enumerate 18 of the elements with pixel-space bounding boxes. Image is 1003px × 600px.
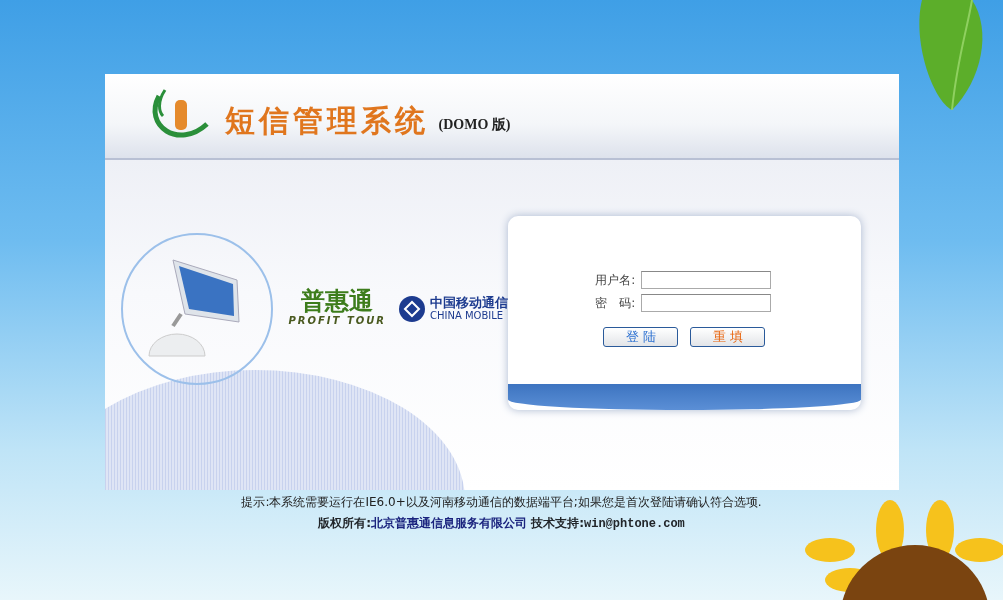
copyright-label: 版权所有:: [318, 516, 371, 530]
reset-button[interactable]: 重 填: [690, 327, 766, 347]
system-title: 短信管理系统: [224, 101, 429, 140]
field-label: 用户名:: [594, 272, 636, 289]
field-label: 密 码:: [594, 295, 636, 312]
mobile-logo-icon: [398, 294, 427, 323]
edition-label: (DOMO 版): [438, 115, 511, 134]
support-label: 技术支持:: [531, 516, 584, 530]
notice-text: 提示:本系统需要运行在IE6.0+以及河南移动通信的数据端平台;如果您是首次登陆请确认符合选项.: [240, 494, 763, 511]
company-name: 北京普惠通信息服务有限公司: [371, 516, 527, 530]
password-field[interactable]: [641, 294, 772, 312]
username-field[interactable]: [641, 271, 772, 289]
login-button[interactable]: 登 陆: [603, 327, 679, 347]
partner-logo-name: 普惠通: [300, 289, 375, 313]
support-email: win@phtone.com: [584, 517, 685, 531]
partner-logo-tagline: CHINA MOBILE: [430, 310, 505, 322]
partner-logo-name: 中国移动通信: [430, 295, 509, 311]
partner-logo-tagline: PROFIT TOUR: [288, 314, 387, 328]
